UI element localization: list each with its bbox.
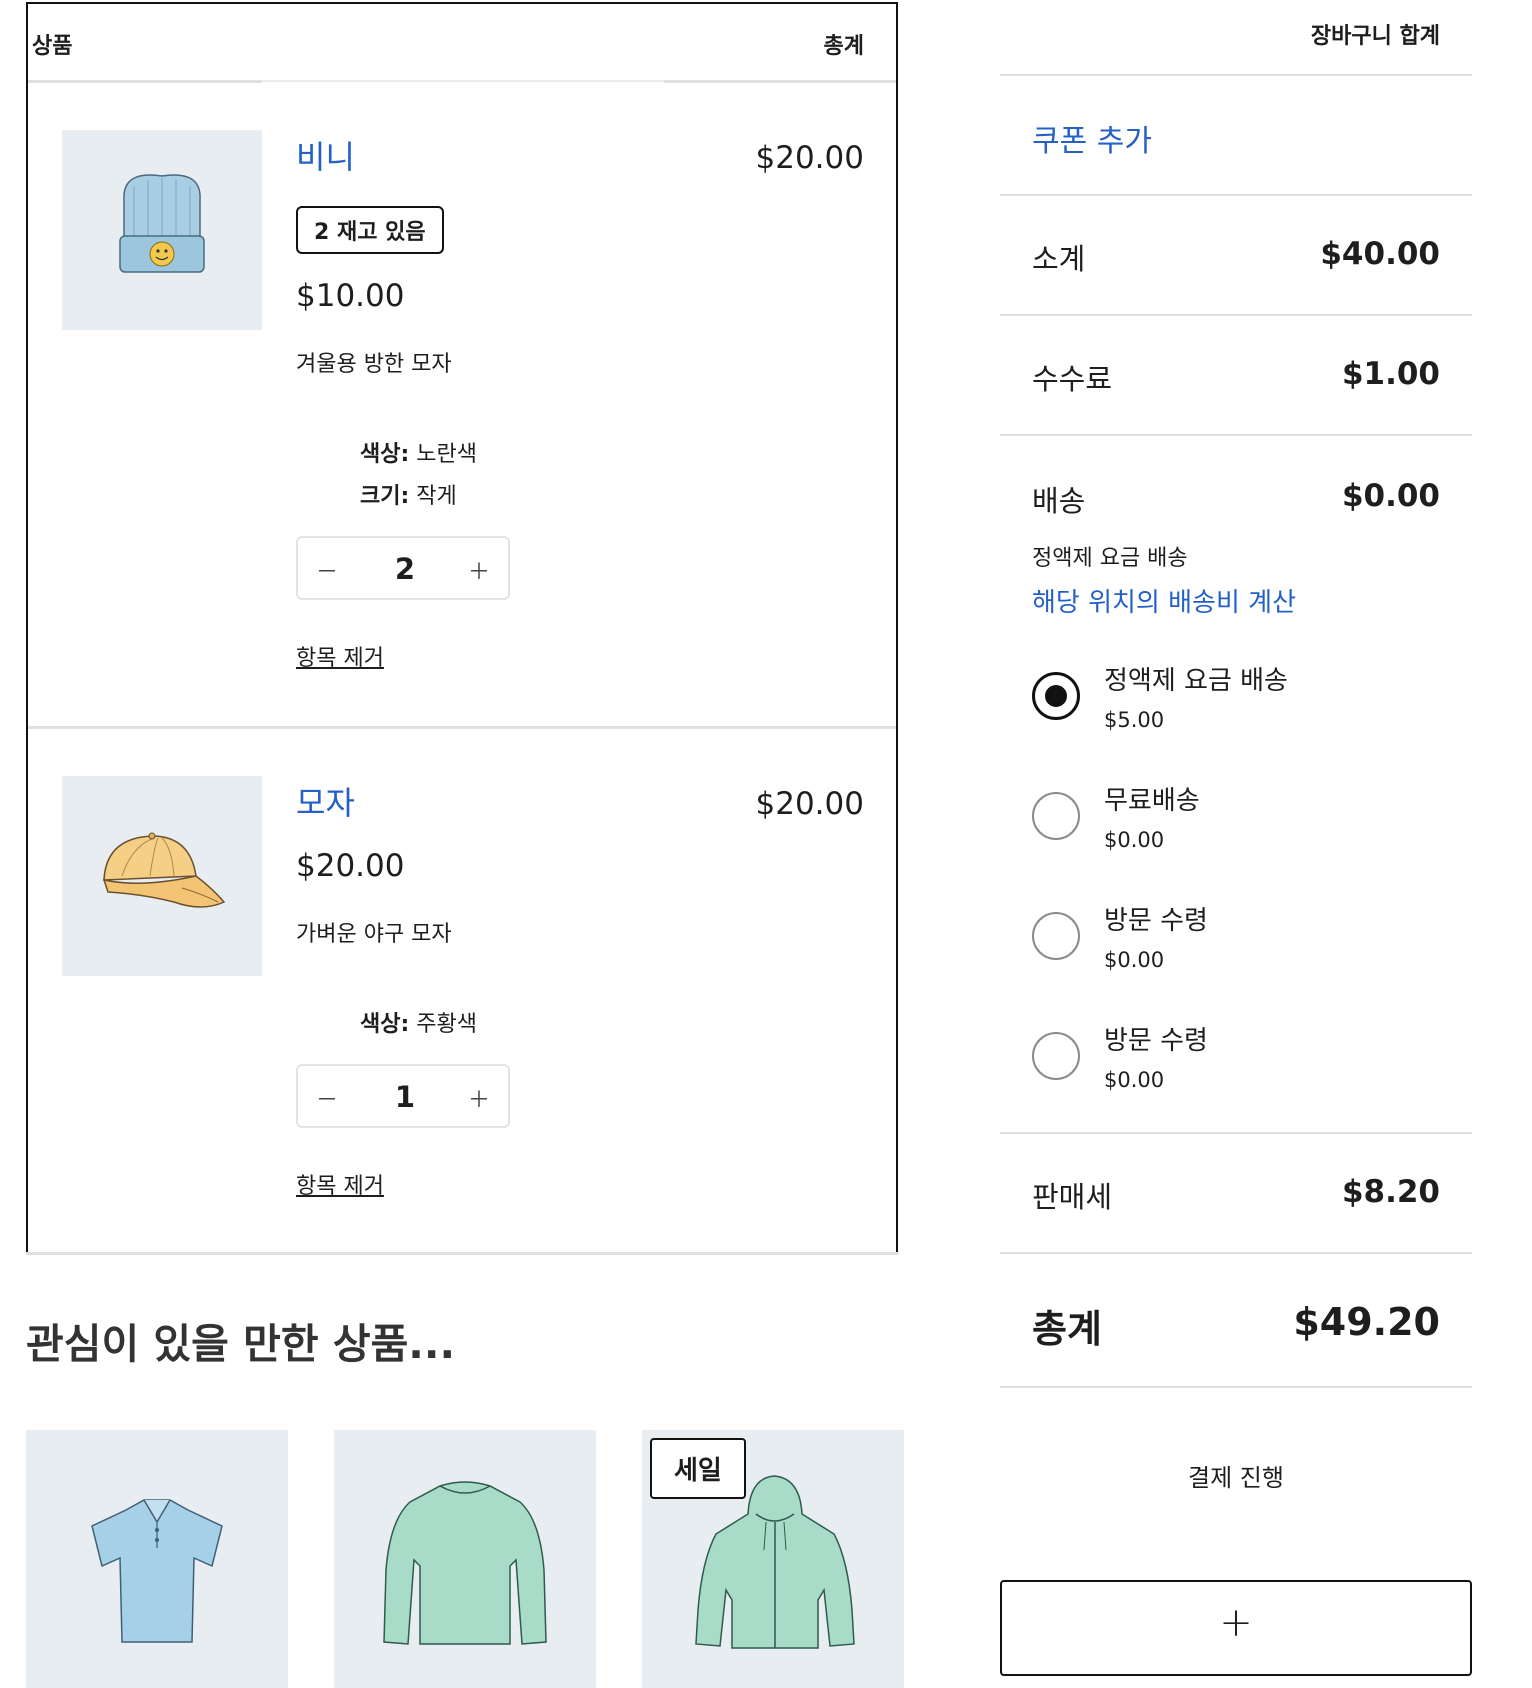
increase-quantity-button[interactable]: ＋ xyxy=(464,1082,494,1114)
tax-value: $8.20 xyxy=(1341,1174,1440,1210)
header-divider xyxy=(664,80,896,83)
product-description: 가벼운 야구 모자 xyxy=(296,922,452,947)
grand-total-label: 총계 xyxy=(1032,1307,1102,1351)
cap-icon[interactable] xyxy=(62,776,262,976)
quantity-stepper: － 2 ＋ xyxy=(296,536,510,600)
divider xyxy=(1000,314,1472,316)
polo-shirt-icon xyxy=(91,1499,223,1643)
decrease-quantity-button[interactable]: － xyxy=(312,554,342,586)
subtotal-label: 소계 xyxy=(1032,242,1086,276)
increase-quantity-button[interactable]: ＋ xyxy=(464,554,494,586)
tax-label: 판매세 xyxy=(1032,1180,1113,1214)
shipping-rate-name: 무료배송 xyxy=(1104,786,1200,816)
shipping-calculator-link[interactable]: 해당 위치의 배송비 계산 xyxy=(1032,582,1296,619)
shipping-rate-option[interactable]: 무료배송 $0.00 xyxy=(1032,780,1452,876)
product-attribute: 크기: 작게 xyxy=(360,478,457,510)
shipping-value: $0.00 xyxy=(1341,478,1440,514)
add-button[interactable]: + xyxy=(1000,1580,1472,1676)
shipping-label: 배송 xyxy=(1032,484,1086,518)
remove-item-link[interactable]: 항목 제거 xyxy=(296,1168,384,1200)
product-description: 겨울용 방한 모자 xyxy=(296,352,452,377)
proceed-to-checkout-button[interactable]: 결제 진행 xyxy=(1000,1458,1472,1493)
quantity-stepper: － 1 ＋ xyxy=(296,1064,510,1128)
product-attribute: 색상: 주황색 xyxy=(360,1006,477,1038)
line-total: $20.00 xyxy=(755,140,864,176)
divider xyxy=(1000,194,1472,196)
fee-label: 수수료 xyxy=(1032,362,1113,396)
quantity-input[interactable]: 2 xyxy=(368,552,442,586)
product-price: $20.00 xyxy=(296,848,405,884)
cart-table: 상품 총계 비니 $20.00 2 재고 있음 $10.00 겨울용 방한 모자… xyxy=(26,2,898,1254)
column-header-product: 상품 xyxy=(32,34,73,59)
shipping-rate-price: $0.00 xyxy=(1104,948,1165,972)
product-name-link[interactable]: 모자 xyxy=(296,778,355,824)
attribute-value: 주황색 xyxy=(416,1012,478,1037)
product-card[interactable] xyxy=(26,1430,288,1688)
shipping-rate-price: $5.00 xyxy=(1104,708,1165,732)
product-card[interactable] xyxy=(334,1430,596,1688)
long-sleeve-shirt-icon xyxy=(383,1481,547,1645)
shipping-rate-name: 방문 수령 xyxy=(1104,1026,1208,1056)
cart-totals-title: 장바구니 합계 xyxy=(1310,24,1440,49)
shipping-rate-option[interactable]: 정액제 요금 배송 $5.00 xyxy=(1032,660,1452,756)
quantity-input[interactable]: 1 xyxy=(368,1080,442,1114)
shipping-rate-radio[interactable] xyxy=(1032,912,1080,960)
shipping-rate-price: $0.00 xyxy=(1104,1068,1165,1092)
attribute-value: 노란색 xyxy=(416,442,478,467)
sale-badge: 세일 xyxy=(650,1438,746,1499)
remove-item-link[interactable]: 항목 제거 xyxy=(296,640,384,672)
beanie-icon[interactable] xyxy=(62,130,262,330)
divider xyxy=(1000,1386,1472,1388)
attribute-label: 색상: xyxy=(360,442,410,467)
line-total: $20.00 xyxy=(755,786,864,822)
shipping-rate-radio[interactable] xyxy=(1032,1032,1080,1080)
shipping-rate-name: 정액제 요금 배송 xyxy=(1104,666,1288,696)
column-header-total: 총계 xyxy=(823,34,864,59)
cross-sells-title: 관심이 있을 만한 상품... xyxy=(26,1320,456,1368)
product-attribute: 색상: 노란색 xyxy=(360,436,477,468)
header-divider xyxy=(262,80,664,82)
shipping-rate-radio[interactable] xyxy=(1032,792,1080,840)
grand-total-value: $49.20 xyxy=(1293,1300,1440,1344)
stock-badge: 2 재고 있음 xyxy=(296,206,444,254)
row-divider xyxy=(28,726,896,729)
shipping-rate-name: 방문 수령 xyxy=(1104,906,1208,936)
shipping-rate-price: $0.00 xyxy=(1104,828,1165,852)
shipping-rate-option[interactable]: 방문 수령 $0.00 xyxy=(1032,900,1452,996)
divider xyxy=(1000,1132,1472,1134)
attribute-value: 작게 xyxy=(416,484,457,509)
shipping-rate-radio[interactable] xyxy=(1032,672,1080,720)
divider xyxy=(1000,434,1472,436)
plus-icon: + xyxy=(1219,1600,1253,1646)
decrease-quantity-button[interactable]: － xyxy=(312,1082,342,1114)
shipping-method-text: 정액제 요금 배송 xyxy=(1032,546,1188,571)
header-divider xyxy=(28,80,262,83)
subtotal-value: $40.00 xyxy=(1320,236,1440,272)
shipping-rate-option[interactable]: 방문 수령 $0.00 xyxy=(1032,1020,1452,1116)
divider xyxy=(1000,1252,1472,1254)
attribute-label: 크기: xyxy=(360,484,410,509)
table-bottom-divider xyxy=(26,1252,898,1255)
attribute-label: 색상: xyxy=(360,1012,410,1037)
fee-value: $1.00 xyxy=(1341,356,1440,392)
add-coupon-link[interactable]: 쿠폰 추가 xyxy=(1032,116,1152,160)
cart-table-header: 상품 총계 xyxy=(28,4,896,80)
divider xyxy=(1000,74,1472,76)
product-card[interactable]: 세일 xyxy=(642,1430,904,1688)
product-price: $10.00 xyxy=(296,278,405,314)
product-name-link[interactable]: 비니 xyxy=(296,132,355,178)
